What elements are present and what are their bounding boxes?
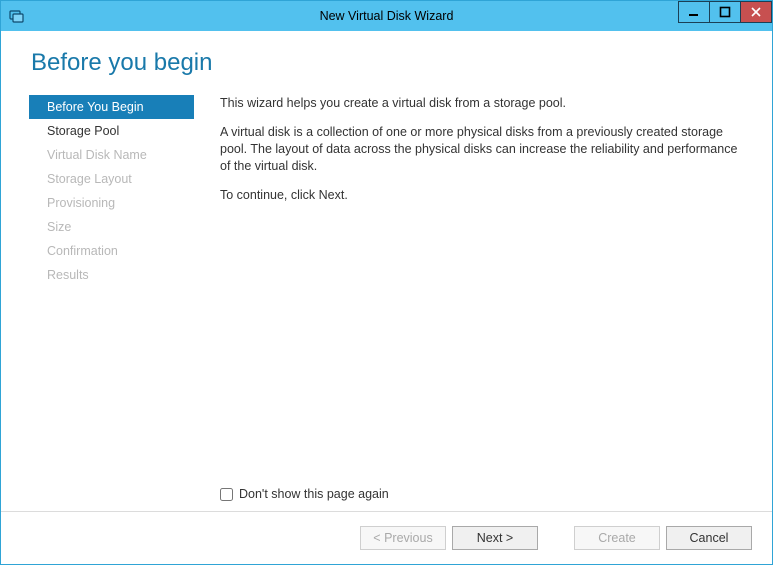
close-button[interactable] bbox=[740, 1, 772, 23]
intro-paragraph-2: A virtual disk is a collection of one or… bbox=[220, 124, 742, 175]
dont-show-again-label: Don't show this page again bbox=[239, 487, 389, 501]
maximize-button[interactable] bbox=[709, 1, 741, 23]
titlebar: New Virtual Disk Wizard bbox=[1, 1, 772, 31]
window-title: New Virtual Disk Wizard bbox=[1, 9, 772, 23]
content-area: This wizard helps you create a virtual d… bbox=[194, 95, 742, 511]
main-area: Before You BeginStorage PoolVirtual Disk… bbox=[1, 85, 772, 511]
wizard-steps: Before You BeginStorage PoolVirtual Disk… bbox=[29, 95, 194, 511]
previous-button: < Previous bbox=[360, 526, 446, 550]
footer: < Previous Next > Create Cancel bbox=[1, 511, 772, 564]
wizard-step-item: Storage Layout bbox=[29, 167, 194, 191]
wizard-window: New Virtual Disk Wizard Before you begin… bbox=[0, 0, 773, 565]
wizard-step-item: Virtual Disk Name bbox=[29, 143, 194, 167]
intro-paragraph-1: This wizard helps you create a virtual d… bbox=[220, 95, 742, 112]
wizard-step-item: Confirmation bbox=[29, 239, 194, 263]
wizard-steps-list: Before You BeginStorage PoolVirtual Disk… bbox=[29, 95, 194, 287]
client-area: Before you begin Before You BeginStorage… bbox=[1, 31, 772, 564]
intro-paragraph-3: To continue, click Next. bbox=[220, 187, 742, 204]
content-spacer bbox=[220, 215, 742, 487]
wizard-step-item: Provisioning bbox=[29, 191, 194, 215]
wizard-step-item[interactable]: Before You Begin bbox=[29, 95, 194, 119]
window-buttons bbox=[679, 1, 772, 23]
app-icon bbox=[9, 8, 25, 24]
minimize-button[interactable] bbox=[678, 1, 710, 23]
create-button: Create bbox=[574, 526, 660, 550]
cancel-button[interactable]: Cancel bbox=[666, 526, 752, 550]
dont-show-again-row[interactable]: Don't show this page again bbox=[220, 487, 742, 501]
next-button[interactable]: Next > bbox=[452, 526, 538, 550]
wizard-step-item[interactable]: Storage Pool bbox=[29, 119, 194, 143]
page-heading-area: Before you begin bbox=[1, 31, 772, 85]
wizard-step-item: Size bbox=[29, 215, 194, 239]
wizard-step-item: Results bbox=[29, 263, 194, 287]
page-heading: Before you begin bbox=[31, 49, 772, 77]
dont-show-again-checkbox[interactable] bbox=[220, 488, 233, 501]
